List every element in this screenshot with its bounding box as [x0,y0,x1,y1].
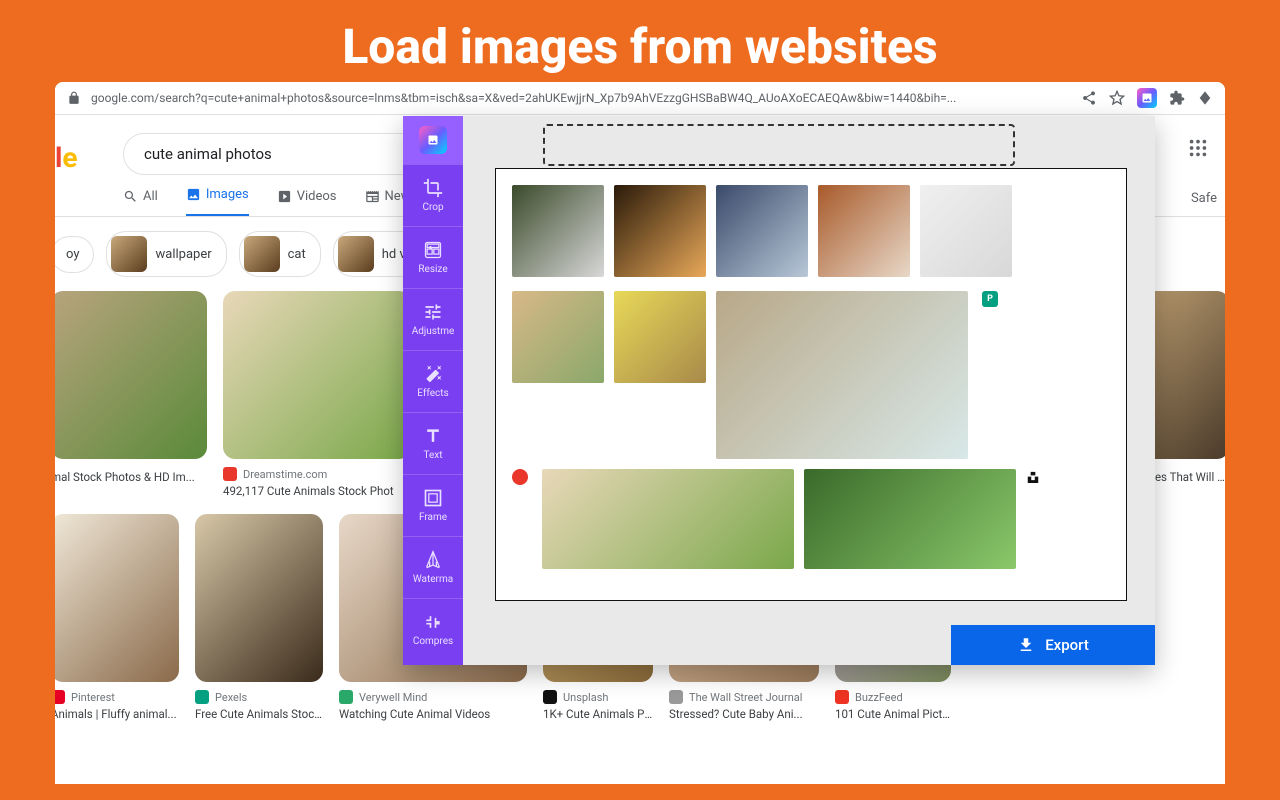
result-source: BuzzFeed [835,690,951,704]
chip-label: wallpaper [155,247,211,262]
unsplash-badge-icon [1026,469,1040,483]
loaded-image[interactable] [804,469,1016,569]
tab-all[interactable]: All [123,189,158,216]
result-item[interactable]: mal Stock Photos & HD Im... [55,291,207,498]
google-logo: le [55,141,78,174]
loaded-image[interactable] [716,291,968,459]
result-item[interactable]: Dreamstime.com 492,117 Cute Animals Stoc… [223,291,411,498]
result-source: Unsplash [543,690,653,704]
result-title: 1K+ Cute Animals Pict... [543,707,653,721]
loaded-images-grid: P [495,168,1127,601]
result-source: Pinterest [55,690,179,704]
safe-search-label[interactable]: Safe [1191,191,1217,206]
watermark-icon [423,550,443,570]
filter-chips: oy wallpaper cat hd v [55,231,421,277]
result-title: Animals | Fluffy animal... [55,707,179,721]
tool-crop[interactable]: Crop [403,164,463,226]
dreamstime-badge-icon [512,469,528,485]
chip-wallpaper[interactable]: wallpaper [106,231,226,277]
tool-resize[interactable]: Resize [403,226,463,288]
compress-icon [423,612,443,632]
result-source: Pexels [195,690,323,704]
share-icon[interactable] [1081,90,1097,106]
result-item[interactable]: Pinterest Animals | Fluffy animal... [55,514,179,721]
export-button[interactable]: Export [951,625,1155,665]
image-icon [186,187,201,202]
result-title: mal Stock Photos & HD Im... [55,470,207,484]
editor-main: P Export [463,116,1155,665]
chip-truncated[interactable]: oy [55,236,94,273]
puzzle-icon[interactable] [1169,90,1185,106]
tab-label: Videos [297,189,337,204]
chip-cat[interactable]: cat [239,231,321,277]
loaded-image[interactable] [512,185,604,277]
tool-frame[interactable]: Frame [403,474,463,536]
drop-zone[interactable] [543,124,1015,166]
frame-icon [423,488,443,508]
pexels-badge-icon: P [982,291,998,307]
news-icon [365,189,380,204]
result-title: Stressed? Cute Baby Ani... [669,707,819,721]
result-source: Dreamstime.com [223,467,411,481]
tool-label: Resize [418,264,447,275]
adjustments-icon [423,302,443,322]
tab-label: Images [206,187,249,202]
tool-text[interactable]: Text [403,412,463,474]
loaded-image[interactable] [512,291,604,383]
loaded-image[interactable] [614,185,706,277]
tab-videos[interactable]: Videos [277,189,337,216]
loaded-image[interactable] [818,185,910,277]
result-title: Free Cute Animals Stoc... [195,707,323,721]
tool-effects[interactable]: Effects [403,350,463,412]
tool-adjustments[interactable]: Adjustme [403,288,463,350]
result-item[interactable]: Pexels Free Cute Animals Stoc... [195,514,323,721]
chip-label: cat [288,247,306,262]
lock-icon [67,91,81,105]
tool-label: Compres [413,636,453,647]
search-icon [123,189,138,204]
editor-logo[interactable] [403,116,463,164]
tab-images[interactable]: Images [186,187,249,217]
profile-icon[interactable] [1197,90,1213,106]
text-icon [423,426,443,446]
tool-label: Waterma [413,574,453,585]
tool-label: Text [423,450,442,461]
result-title: 492,117 Cute Animals Stock Phot [223,484,411,498]
editor-sidebar: Crop Resize Adjustme Effects Text Frame … [403,116,463,665]
banner-title: Load images from websites [0,0,1280,87]
crop-icon [423,178,443,198]
search-tabs: All Images Videos News [123,187,417,217]
star-icon[interactable] [1109,90,1125,106]
effects-icon [423,364,443,384]
result-source: The Wall Street Journal [669,690,819,704]
address-bar: google.com/search?q=cute+animal+photos&s… [55,82,1225,115]
url-text[interactable]: google.com/search?q=cute+animal+photos&s… [91,91,1071,105]
tool-watermark[interactable]: Waterma [403,536,463,598]
loaded-image[interactable] [716,185,808,277]
tab-label: All [143,189,158,204]
loaded-image[interactable] [542,469,794,569]
resize-icon [423,240,443,260]
result-source: Verywell Mind [339,690,527,704]
tool-label: Frame [419,512,447,523]
loaded-image[interactable] [920,185,1012,277]
tool-label: Crop [422,202,443,213]
tool-compress[interactable]: Compres [403,598,463,660]
editor-extension-panel: Crop Resize Adjustme Effects Text Frame … [403,116,1155,665]
tool-label: Adjustme [412,326,455,337]
download-icon [1017,636,1035,654]
loaded-image[interactable] [614,291,706,383]
extension-icon[interactable] [1137,88,1157,108]
tool-label: Effects [417,388,448,399]
export-label: Export [1045,636,1089,654]
result-title: Watching Cute Animal Videos [339,707,527,721]
apps-grid-icon[interactable] [1187,137,1209,159]
video-icon [277,189,292,204]
result-title: 101 Cute Animal Pictures T [835,707,951,721]
